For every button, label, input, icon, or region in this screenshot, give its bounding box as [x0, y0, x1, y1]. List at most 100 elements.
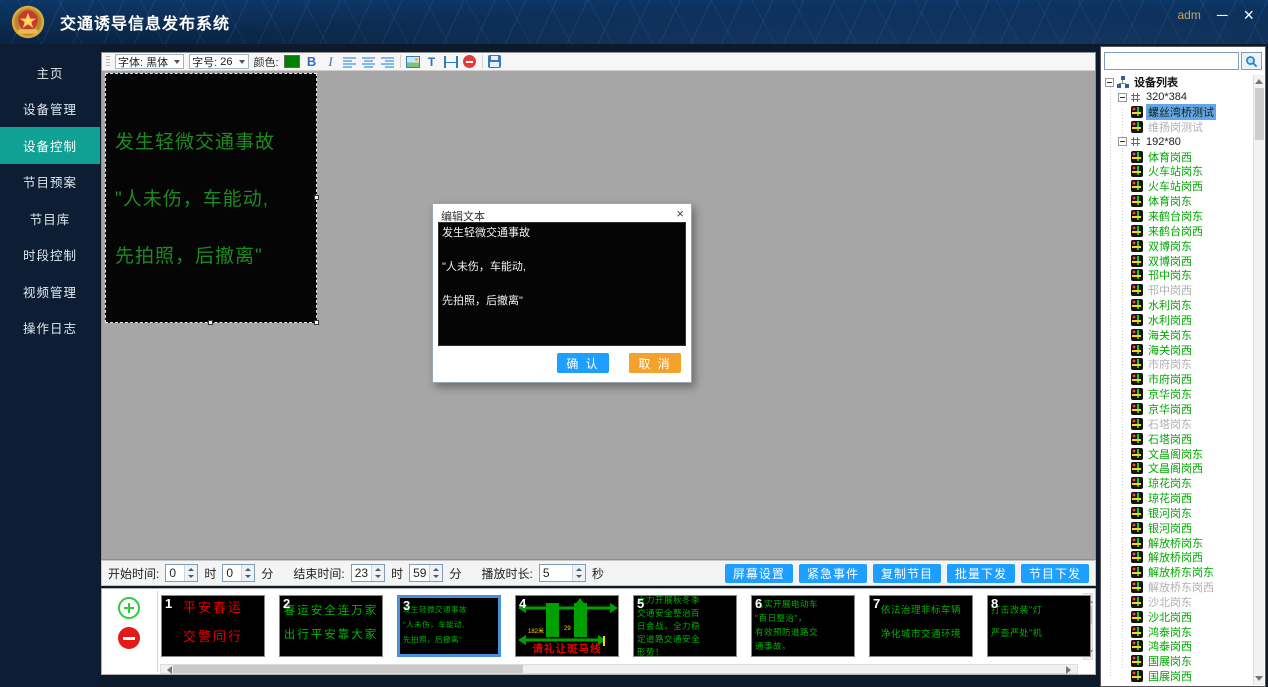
- device-tree-node[interactable]: 文昌阁岗东: [1103, 446, 1252, 461]
- device-tree-node[interactable]: 邗中岗东: [1103, 268, 1252, 283]
- tree-expander-icon[interactable]: [1118, 137, 1127, 146]
- device-search-input[interactable]: [1104, 52, 1239, 70]
- close-button[interactable]: ×: [1243, 8, 1254, 23]
- sidebar-item[interactable]: 节目库: [0, 200, 100, 237]
- device-tree-node[interactable]: 来鹤台岗东: [1103, 209, 1252, 224]
- program-thumbnail[interactable]: 2春运安全连万家出行平安靠大家: [279, 595, 383, 657]
- start-hour-input[interactable]: 0: [165, 564, 198, 582]
- device-tree-node[interactable]: 来鹤台岗西: [1103, 223, 1252, 238]
- action-button[interactable]: 复制节目: [873, 564, 941, 583]
- device-tree-node[interactable]: 沙北岗东: [1103, 595, 1252, 610]
- device-tree-node[interactable]: 双博岗东: [1103, 238, 1252, 253]
- device-tree-node[interactable]: 解放桥东岗东: [1103, 565, 1252, 580]
- device-tree-node[interactable]: 水利岗东: [1103, 298, 1252, 313]
- action-button[interactable]: 屏幕设置: [725, 564, 793, 583]
- sidebar-item[interactable]: 时段控制: [0, 237, 100, 274]
- device-tree-node[interactable]: 火车站岗西: [1103, 179, 1252, 194]
- program-thumbnail[interactable]: 7依法治理非标车辆净化城市交通环境: [869, 595, 973, 657]
- resize-handle-right[interactable]: [314, 195, 319, 200]
- logged-in-user[interactable]: adm: [1178, 8, 1201, 22]
- duration-input[interactable]: 5: [539, 564, 586, 582]
- scroll-right-icon[interactable]: [1066, 666, 1075, 674]
- spinner[interactable]: [241, 565, 254, 581]
- vertical-scrollbar[interactable]: [1253, 75, 1264, 685]
- font-size-select[interactable]: 字号: 26: [189, 54, 248, 69]
- device-tree-node[interactable]: 维扬岗测试: [1103, 120, 1252, 135]
- scroll-left-icon[interactable]: [163, 666, 172, 674]
- sidebar-item[interactable]: 视频管理: [0, 273, 100, 310]
- confirm-button[interactable]: 确 认: [557, 353, 609, 373]
- device-tree-node[interactable]: 192*80: [1103, 134, 1252, 149]
- device-tree-node[interactable]: 海关岗东: [1103, 327, 1252, 342]
- italic-icon[interactable]: I: [324, 54, 338, 69]
- end-hour-input[interactable]: 23: [351, 564, 385, 582]
- device-tree-node[interactable]: 鸿泰岗东: [1103, 624, 1252, 639]
- program-thumbnail[interactable]: 8打击改装"灯严查严处"机: [987, 595, 1091, 657]
- action-button[interactable]: 节目下发: [1021, 564, 1089, 583]
- align-left-icon[interactable]: [343, 56, 356, 68]
- device-tree-node[interactable]: 市府岗西: [1103, 372, 1252, 387]
- cancel-button[interactable]: 取 消: [629, 353, 681, 373]
- end-minute-input[interactable]: 59: [409, 564, 443, 582]
- horizontal-scrollbar[interactable]: [160, 664, 1078, 674]
- resize-handle-corner[interactable]: [314, 320, 319, 325]
- insert-image-icon[interactable]: [406, 56, 420, 68]
- resize-handle-bottom[interactable]: [208, 320, 213, 325]
- scrollbar-thumb[interactable]: [1255, 88, 1264, 140]
- device-tree-node[interactable]: 解放桥岗西: [1103, 550, 1252, 565]
- device-tree-node[interactable]: 银河岗西: [1103, 520, 1252, 535]
- dialog-textarea[interactable]: 发生轻微交通事故 "人未伤，车能动, 先拍照，后撤离": [438, 222, 686, 346]
- font-family-select[interactable]: 字体: 黑体: [115, 54, 184, 69]
- sidebar-item[interactable]: 节目预案: [0, 164, 100, 201]
- align-center-icon[interactable]: [362, 56, 375, 68]
- device-tree-node[interactable]: 双博岗西: [1103, 253, 1252, 268]
- device-tree-node[interactable]: 鸿泰岗西: [1103, 639, 1252, 654]
- device-tree-node[interactable]: 琼花岗东: [1103, 476, 1252, 491]
- sidebar-item[interactable]: 设备控制: [0, 127, 100, 164]
- minimize-button[interactable]: ─: [1217, 8, 1228, 23]
- tree-expander-icon[interactable]: [1118, 93, 1127, 102]
- device-tree-node[interactable]: 石塔岗西: [1103, 431, 1252, 446]
- device-tree-node[interactable]: 国展岗东: [1103, 654, 1252, 669]
- dialog-close-icon[interactable]: ×: [676, 206, 684, 221]
- marquee-icon[interactable]: [444, 56, 458, 68]
- search-button[interactable]: [1241, 52, 1262, 70]
- program-thumbnail[interactable]: 3发生轻微交通事故"人未伤，车能动,先拍照，后撤离": [397, 595, 501, 657]
- device-tree-node[interactable]: 石塔岗东: [1103, 416, 1252, 431]
- color-swatch[interactable]: [284, 55, 300, 68]
- sidebar-item[interactable]: 主页: [0, 54, 100, 91]
- sidebar-item[interactable]: 操作日志: [0, 310, 100, 347]
- program-thumbnail[interactable]: 6扎实开展电动车"百日整治"，有效预防道路交通事故。: [751, 595, 855, 657]
- sidebar-item[interactable]: 设备管理: [0, 91, 100, 128]
- scrollbar-thumb[interactable]: [173, 665, 523, 673]
- start-minute-input[interactable]: 0: [222, 564, 255, 582]
- device-tree-node[interactable]: 国展岗西: [1103, 669, 1252, 684]
- device-tree-node[interactable]: 体育岗东: [1103, 194, 1252, 209]
- device-tree-node[interactable]: 京华岗东: [1103, 387, 1252, 402]
- bold-icon[interactable]: B: [305, 54, 319, 69]
- program-thumbnail[interactable]: 5大力开展秋冬季交通安全整治百日会战，全力稳定道路交通安全形势！: [633, 595, 737, 657]
- scroll-up-icon[interactable]: [1255, 75, 1263, 84]
- device-tree-node[interactable]: 螺丝湾桥测试: [1103, 105, 1252, 120]
- spinner[interactable]: [371, 565, 384, 581]
- led-screen-preview[interactable]: 发生轻微交通事故"人未伤，车能动,先拍照，后撤离": [105, 73, 317, 323]
- device-tree-node[interactable]: 解放桥东岗西: [1103, 580, 1252, 595]
- action-button[interactable]: 批量下发: [947, 564, 1015, 583]
- tree-expander-icon[interactable]: [1105, 78, 1114, 87]
- spinner[interactable]: [184, 565, 197, 581]
- align-right-icon[interactable]: [381, 56, 394, 68]
- remove-program-button[interactable]: [118, 627, 140, 649]
- spinner[interactable]: [572, 565, 585, 581]
- device-tree-node[interactable]: 文昌阁岗西: [1103, 461, 1252, 476]
- device-tree-node[interactable]: 320*384: [1103, 90, 1252, 105]
- device-tree-node[interactable]: 琼花岗西: [1103, 491, 1252, 506]
- add-program-button[interactable]: [118, 597, 140, 619]
- device-tree-node[interactable]: 解放桥岗东: [1103, 535, 1252, 550]
- save-icon[interactable]: [488, 55, 501, 68]
- device-tree-node[interactable]: 水利岗西: [1103, 313, 1252, 328]
- device-tree-node[interactable]: 邗中岗西: [1103, 283, 1252, 298]
- device-tree-node[interactable]: 海关岗西: [1103, 342, 1252, 357]
- scroll-down-icon[interactable]: [1255, 676, 1263, 685]
- spinner[interactable]: [429, 565, 442, 581]
- device-tree-node[interactable]: 京华岗西: [1103, 402, 1252, 417]
